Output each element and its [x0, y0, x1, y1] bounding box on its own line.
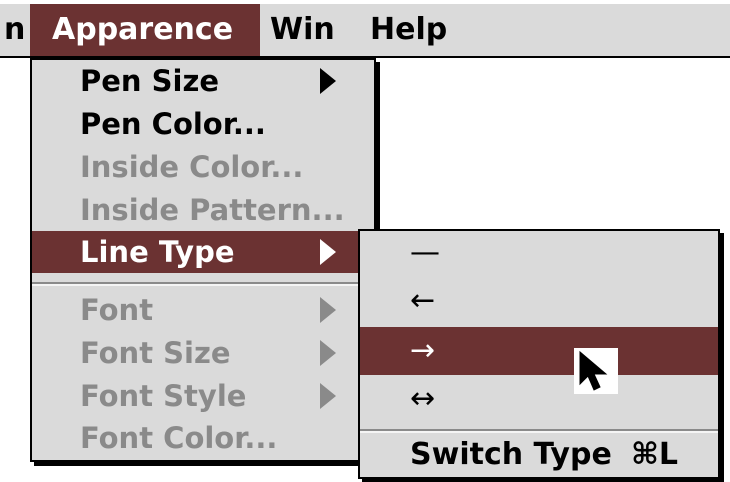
menu-item-font-size: Font Size — [32, 332, 374, 374]
submenu-arrow-icon — [320, 340, 336, 366]
menu-item-inside-pattern: Inside Pattern... — [32, 189, 374, 231]
line-type-arrow-both[interactable]: ↔ — [360, 377, 718, 421]
line-type-plain[interactable]: — — [360, 231, 718, 275]
menu-item-label: Font Style — [80, 379, 247, 413]
menu-item-label: Font — [80, 293, 154, 327]
apparence-menu: Pen Size Pen Color... Inside Color... In… — [30, 58, 376, 462]
left-arrow-icon: ← — [410, 283, 436, 318]
menu-item-label: Font Size — [80, 336, 231, 370]
line-type-arrow-end[interactable]: → — [360, 327, 718, 375]
line-type-arrow-start[interactable]: ← — [360, 279, 718, 323]
switch-type-shortcut: ⌘L — [631, 437, 678, 472]
menu-item-label: Inside Pattern... — [80, 193, 345, 227]
line-type-submenu: — ← → ↔ Switch Type ⌘L — [358, 229, 720, 479]
menubar-item-previous[interactable]: n — [4, 4, 25, 56]
menu-separator — [32, 282, 374, 286]
submenu-arrow-icon — [320, 68, 336, 94]
menu-item-pen-size[interactable]: Pen Size — [32, 60, 374, 102]
menu-item-label: Font Color... — [80, 421, 278, 455]
right-arrow-icon: → — [410, 333, 436, 368]
menu-item-font-style: Font Style — [32, 375, 374, 417]
menu-item-pen-color[interactable]: Pen Color... — [32, 103, 374, 145]
menu-separator — [360, 429, 718, 433]
menu-item-inside-color: Inside Color... — [32, 146, 374, 188]
menu-item-label: Pen Size — [80, 64, 220, 98]
menu-bar: n Apparence Win Help — [0, 4, 730, 58]
submenu-arrow-icon — [320, 239, 336, 265]
menubar-item-apparence[interactable]: Apparence — [30, 4, 260, 56]
menubar-item-help[interactable]: Help — [370, 4, 447, 56]
submenu-arrow-icon — [320, 383, 336, 409]
menu-item-font: Font — [32, 289, 374, 331]
switch-type-label: Switch Type — [410, 437, 612, 472]
mouse-pointer-icon — [574, 348, 618, 394]
menu-item-label: Inside Color... — [80, 150, 304, 184]
menu-item-line-type[interactable]: Line Type — [32, 231, 374, 273]
submenu-arrow-icon — [320, 297, 336, 323]
menubar-item-win[interactable]: Win — [270, 4, 335, 56]
double-arrow-icon: ↔ — [410, 381, 436, 416]
menu-item-label: Pen Color... — [80, 107, 266, 141]
plain-line-icon: — — [410, 235, 440, 270]
menu-item-label: Line Type — [80, 235, 235, 269]
switch-type-item[interactable]: Switch Type ⌘L — [360, 435, 718, 475]
menu-item-font-color: Font Color... — [32, 417, 374, 459]
